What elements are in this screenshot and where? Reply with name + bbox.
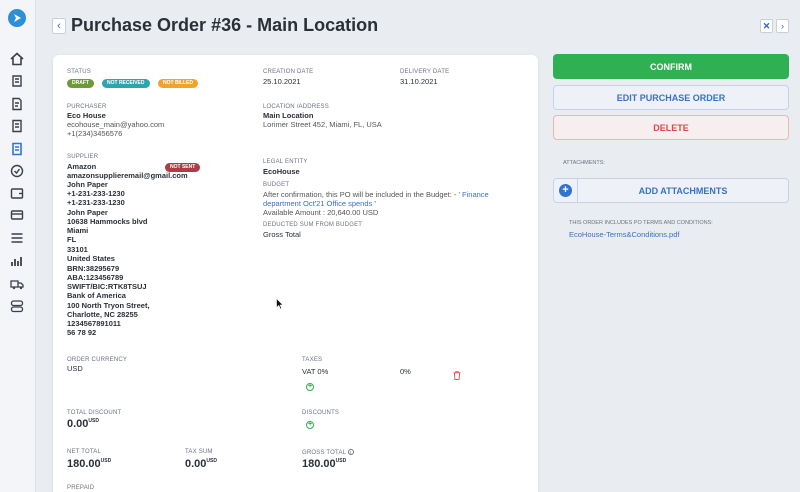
net-total-unit: USD [100,458,112,464]
back-button[interactable]: ‹ [52,18,66,34]
deducted-label: DEDUCTED SUM FROM BUDGET [263,222,363,228]
list-icon[interactable] [10,231,24,245]
attachments-label: ATTACHMENTS: [563,160,605,166]
terms-label: THIS ORDER INCLUDES PO TERMS AND CONDITI… [569,220,713,226]
invoice-icon[interactable] [10,119,24,133]
tax-sum-unit: USD [206,458,217,464]
deducted-value: Gross Total [263,230,301,239]
gross-total-value: 180.00USD [302,458,346,470]
chevron-left-icon: ‹ [57,20,61,32]
prepaid-label: PREPAID [67,485,95,491]
close-button[interactable]: ✕ [760,19,773,33]
add-attachments-label: ADD ATTACHMENTS [638,185,728,196]
wallet-icon[interactable] [10,186,24,200]
location-label: LOCATION /ADDRESS [263,104,329,110]
chevron-right-icon: › [781,21,784,31]
total-discount-value: 0.00USD [67,418,99,430]
truck-icon[interactable] [10,277,24,291]
plus-circle-icon: + [307,421,313,428]
discounts-label: DISCOUNTS [302,410,340,416]
budget-available: Available Amount : 20,640.00 USD [263,208,379,217]
supplier-line: United States [67,254,115,263]
purchaser-label: PURCHASER [67,104,107,110]
tax-sum-value: 0.00USD [185,458,217,470]
status-badge-not-billed: NOT BILLED [158,79,198,88]
purchase-order-icon[interactable] [10,142,24,156]
add-discount-button[interactable]: + [306,421,314,429]
creation-date-label: CREATION DATE [263,69,314,75]
supplier-line: +1-231-233-1230 [67,198,125,207]
tax-sum-label: TAX SUM [185,449,213,455]
net-total-amount: 180.00 [67,458,101,470]
page-title: Purchase Order #36 - Main Location [71,15,379,35]
trash-icon[interactable] [453,367,461,380]
card-icon[interactable] [10,208,24,222]
confirm-button[interactable]: CONFIRM [553,54,789,79]
status-badge-not-received: NOT RECEIVED [102,79,150,88]
taxes-label: TAXES [302,357,323,363]
budget-label: BUDGET [263,182,290,188]
chart-icon[interactable] [10,254,24,268]
check-circle-icon[interactable] [10,164,24,178]
next-button[interactable]: › [776,19,789,33]
add-tax-button[interactable]: + [306,383,314,391]
home-icon[interactable] [10,52,24,66]
order-icon[interactable] [10,74,24,88]
delivery-date-label: DELIVERY DATE [400,69,450,75]
mouse-cursor-icon [276,298,284,310]
budget-prefix: After confirmation, this PO will be incl… [263,190,460,199]
terms-link[interactable]: EcoHouse-Terms&Conditions.pdf [569,230,679,239]
delete-button[interactable]: DELETE [553,115,789,140]
edit-purchase-order-button[interactable]: EDIT PURCHASE ORDER [553,85,789,110]
order-details-card: STATUS DRAFT NOT RECEIVED NOT BILLED CRE… [53,55,538,492]
gross-total-unit: USD [335,458,347,464]
currency-value: USD [67,364,83,373]
close-icon: ✕ [762,20,771,31]
budget-link[interactable]: Finance [462,190,489,199]
add-attachments-button[interactable]: + ADD ATTACHMENTS [553,178,789,203]
info-icon[interactable]: i [347,449,354,455]
tax-name: VAT 0% [302,367,329,376]
net-total-value: 180.00USD [67,458,111,470]
status-badge-draft: DRAFT [67,79,94,88]
supplier-line: Bank of America [67,291,126,300]
document-icon[interactable] [10,97,24,111]
gross-total-label-text: GROSS TOTAL [302,450,346,456]
total-discount-amount: 0.00 [67,418,89,430]
legal-entity-value: EcoHouse [263,167,300,176]
plus-circle-icon: + [307,383,313,390]
purchaser-phone: +1(234)3456576 [67,129,123,138]
add-attachment-plus: + [554,179,578,202]
delivery-date-value: 31.10.2021 [400,77,438,86]
currency-label: ORDER CURRENCY [67,357,128,363]
sidebar [0,0,36,492]
status-label: STATUS [67,69,91,75]
app-logo[interactable] [8,9,26,27]
supplier-line: FL [67,235,77,244]
gross-total-amount: 180.00 [302,458,336,470]
location-address: Lorimer Street 452, Miami, FL, USA [263,120,382,129]
total-discount-label: TOTAL DISCOUNT [67,410,122,416]
budget-link[interactable]: department Oct'21 Office spends [263,199,372,208]
net-total-label: NET TOTAL [67,449,102,455]
creation-date-value: 25.10.2021 [263,77,301,86]
toggle-icon[interactable] [10,299,24,313]
tax-rate: 0% [400,367,411,376]
budget-suffix: ' [374,199,376,208]
supplier-label: SUPPLIER [67,154,99,160]
plus-circle-icon: + [559,184,572,197]
gross-total-label: GROSS TOTAL i [302,449,354,456]
total-discount-unit: USD [88,418,99,424]
tax-sum-amount: 0.00 [185,458,207,470]
legal-entity-label: LEGAL ENTITY [263,159,308,165]
supplier-line: 56 78 92 [67,328,97,337]
